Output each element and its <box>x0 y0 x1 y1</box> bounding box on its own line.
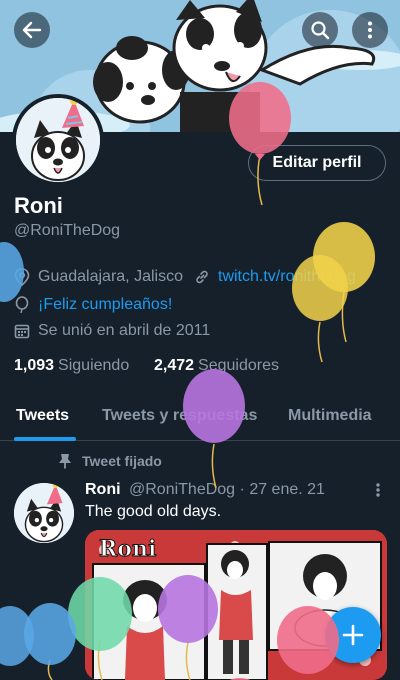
tab-media[interactable]: Multimedia <box>288 407 372 425</box>
back-arrow-icon <box>22 21 42 39</box>
followers-link[interactable]: 2,472 Seguidores <box>154 357 279 375</box>
blue-balloon-icon <box>24 603 76 680</box>
search-icon <box>311 21 330 40</box>
location-pin-icon <box>14 268 30 286</box>
profile-location: Guadalajara, Jalisco <box>14 268 183 286</box>
tab-tweets[interactable]: Tweets <box>16 407 69 425</box>
website-link[interactable]: twitch.tv/ronithedog <box>218 268 356 286</box>
profile-website[interactable]: twitch.tv/ronithedog <box>194 268 356 286</box>
edit-profile-button[interactable]: Editar perfil <box>248 145 386 181</box>
tweet-author-name[interactable]: Roni <box>85 481 121 498</box>
pin-icon <box>59 454 71 469</box>
tweet-more-button[interactable] <box>370 480 386 500</box>
followers-label: Seguidores <box>198 357 279 374</box>
search-button[interactable] <box>302 12 338 48</box>
profile-handle: @RoniTheDog <box>14 222 121 239</box>
location-text: Guadalajara, Jalisco <box>38 268 183 285</box>
tweet-avatar-image <box>14 483 74 543</box>
profile-joined: Se unió en abril de 2011 <box>14 322 210 340</box>
pinned-text: Tweet fijado <box>82 453 162 469</box>
following-link[interactable]: 1,093 Siguiendo <box>14 357 129 375</box>
tweet-author-avatar[interactable] <box>14 483 74 543</box>
blue-balloon-icon <box>0 606 34 666</box>
more-vertical-icon <box>376 483 380 497</box>
plus-icon <box>342 624 364 646</box>
active-tab-indicator <box>14 437 76 441</box>
profile-avatar[interactable] <box>12 94 104 186</box>
more-vertical-icon <box>368 21 372 39</box>
tweet-text: The good old days. <box>85 503 222 520</box>
following-count: 1,093 <box>14 357 55 374</box>
balloon-icon <box>15 296 29 314</box>
joined-text: Se unió en abril de 2011 <box>38 322 211 339</box>
profile-name: Roni <box>14 193 63 218</box>
media-caption: Roni <box>98 536 157 563</box>
tweet-header: Roni @RoniTheDog · 27 ene. 21 <box>85 481 325 499</box>
pinned-tweet-label: Tweet fijado <box>58 453 162 469</box>
back-button[interactable] <box>14 12 50 48</box>
tweet-separator: · <box>239 481 245 498</box>
following-label: Siguiendo <box>58 357 130 374</box>
profile-tabs: Tweets Tweets y respuestas Multimedia <box>0 395 400 441</box>
tweet-author-handle[interactable]: @RoniTheDog <box>129 481 235 498</box>
avatar-image <box>16 98 100 182</box>
profile-birthday: ¡Feliz cumpleaños! <box>14 296 172 314</box>
more-options-button[interactable] <box>352 12 388 48</box>
calendar-icon <box>14 324 30 339</box>
link-icon <box>196 270 208 284</box>
birthday-text: ¡Feliz cumpleaños! <box>38 296 173 313</box>
followers-count: 2,472 <box>154 357 195 374</box>
tab-tweets-and-replies[interactable]: Tweets y respuestas <box>102 407 257 425</box>
compose-tweet-button[interactable] <box>325 607 381 663</box>
tweet-date[interactable]: 27 ene. 21 <box>249 481 325 498</box>
